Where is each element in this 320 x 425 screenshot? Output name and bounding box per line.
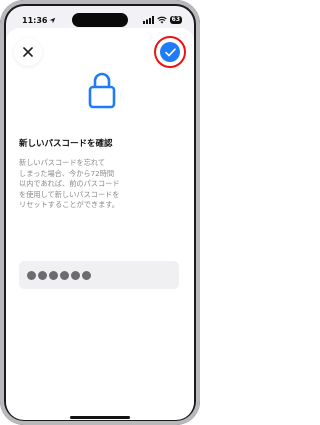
close-button[interactable] <box>14 38 42 66</box>
passcode-sheet: 新しいパスコードを確認 新しいパスコードを忘れて しまった場合、今から72時間 … <box>6 28 194 420</box>
wifi-icon <box>156 16 167 24</box>
done-button-fill <box>160 42 180 62</box>
page-title: 新しいパスコードを確認 <box>19 139 113 149</box>
battery-icon: 63 <box>169 16 182 24</box>
status-bar: 11:36 63 <box>22 13 182 27</box>
passcode-dot <box>38 270 47 280</box>
close-icon <box>23 47 33 57</box>
location-arrow-icon <box>50 17 56 23</box>
checkmark-icon <box>164 47 176 56</box>
passcode-field[interactable] <box>19 261 179 289</box>
signal-icon <box>142 16 154 24</box>
passcode-dot <box>71 270 80 280</box>
passcode-dot <box>60 270 69 280</box>
description-text: 新しいパスコードを忘れて しまった場合、今から72時間 以内であれば、前のパスコ… <box>19 158 120 210</box>
passcode-dot <box>82 270 91 280</box>
status-time: 11:36 <box>22 15 48 25</box>
done-button[interactable] <box>154 36 186 68</box>
passcode-dot <box>49 270 58 280</box>
passcode-dot <box>27 270 36 280</box>
lock-icon <box>88 72 116 109</box>
home-indicator <box>70 416 130 419</box>
phone-frame: 11:36 63 新しいパスコードを確認 新しいパスコードを忘れて しまった場合… <box>0 0 200 425</box>
